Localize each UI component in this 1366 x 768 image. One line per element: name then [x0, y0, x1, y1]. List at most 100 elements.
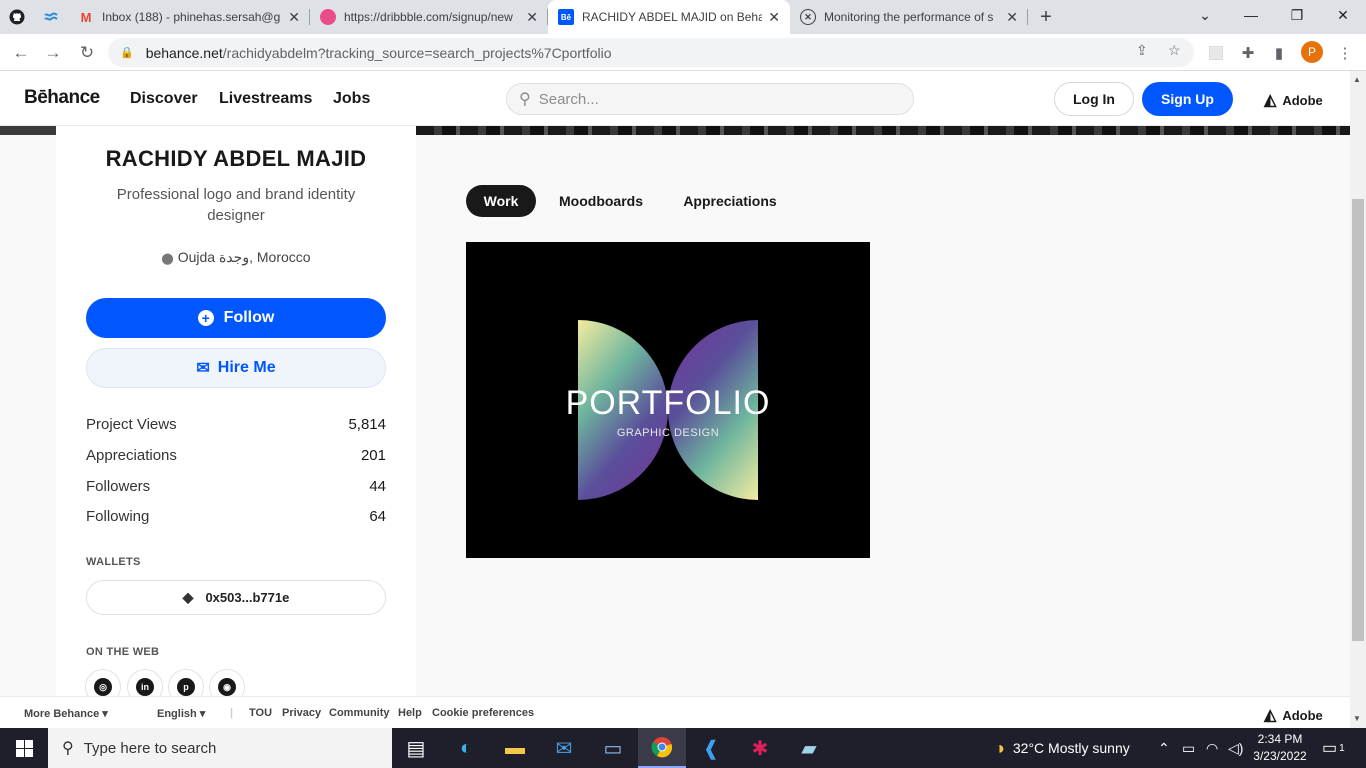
- stat-appreciations[interactable]: Appreciations 201: [86, 447, 386, 464]
- nav-livestreams[interactable]: Livestreams: [219, 90, 312, 108]
- arrow-left-icon: ←: [12, 43, 30, 62]
- hire-me-button[interactable]: ✉ Hire Me: [86, 348, 386, 388]
- behance-icon: Bē: [558, 9, 574, 25]
- tray-battery[interactable]: ▭: [1182, 728, 1195, 768]
- footer-link-privacy[interactable]: Privacy: [282, 707, 321, 719]
- search-icon: ⚲: [519, 91, 531, 108]
- tab-pinned-2[interactable]: [34, 0, 68, 34]
- close-icon[interactable]: ✕: [1006, 9, 1018, 26]
- reload-button[interactable]: ↻: [72, 38, 102, 68]
- tray-volume[interactable]: ◁): [1228, 728, 1243, 768]
- wallet-address-button[interactable]: ◆ 0x503...b771e: [86, 580, 386, 615]
- plus-circle-icon: +: [197, 310, 214, 326]
- on-the-web-heading: ON THE WEB: [86, 646, 160, 658]
- minimize-icon: —: [1244, 7, 1258, 23]
- bookmark-star-icon[interactable]: ☆: [1168, 42, 1181, 59]
- new-tab-button[interactable]: +: [1028, 0, 1064, 34]
- footer-link-cookies[interactable]: Cookie preferences: [432, 707, 534, 719]
- tab-search-button[interactable]: ⌄: [1182, 0, 1228, 30]
- tab-dribbble[interactable]: https://dribbble.com/signup/new ✕: [310, 0, 548, 34]
- scroll-up-icon[interactable]: ▲: [1353, 75, 1361, 84]
- nav-jobs[interactable]: Jobs: [333, 90, 370, 108]
- close-window-button[interactable]: ✕: [1320, 0, 1366, 30]
- start-button[interactable]: [0, 728, 48, 768]
- notes-icon: ▰: [801, 737, 817, 760]
- taskbar-pc[interactable]: ▭: [589, 728, 637, 768]
- login-button[interactable]: Log In: [1054, 82, 1134, 116]
- taskbar-file-explorer[interactable]: ▬: [491, 728, 539, 768]
- more-behance-label: More Behance: [24, 708, 100, 720]
- taskbar-chrome[interactable]: [638, 728, 686, 768]
- reload-icon: ↻: [79, 43, 95, 62]
- footer-link-tou[interactable]: TOU: [249, 707, 272, 719]
- project-title: PORTFOLIO: [566, 384, 771, 422]
- stat-followers[interactable]: Followers 44: [86, 478, 386, 495]
- taskbar-edge[interactable]: ◐: [442, 728, 490, 768]
- footer-link-help[interactable]: Help: [398, 707, 422, 719]
- scrollbar-thumb[interactable]: [1352, 199, 1364, 641]
- taskbar-mail[interactable]: ✉: [540, 728, 588, 768]
- tray-chevron[interactable]: ⌃: [1158, 728, 1170, 768]
- tab-appreciations[interactable]: Appreciations: [670, 185, 790, 217]
- computer-icon: ▭: [603, 737, 623, 760]
- wallet-address: 0x503...b771e: [205, 590, 290, 605]
- more-menu-icon[interactable]: ⋮: [1334, 42, 1356, 64]
- profile-avatar[interactable]: P: [1301, 41, 1323, 63]
- taskbar-clock[interactable]: 2:34 PM 3/23/2022: [1248, 731, 1312, 765]
- weather-widget[interactable]: ◑ 32°C Mostly sunny: [994, 728, 1130, 768]
- extension-icon[interactable]: [1205, 42, 1227, 64]
- behance-logo[interactable]: Bēhance: [24, 87, 100, 109]
- tab-moodboards[interactable]: Moodboards: [548, 185, 654, 217]
- tab-work[interactable]: Work: [466, 185, 536, 217]
- tab-title: RACHIDY ABDEL MAJID on Behance: [582, 10, 763, 24]
- cover-image-left: [0, 126, 56, 135]
- close-icon[interactable]: ✕: [526, 9, 538, 26]
- clock-date: 3/23/2022: [1253, 749, 1307, 763]
- task-view-button[interactable]: ▤: [392, 728, 440, 768]
- project-thumbnail[interactable]: PORTFOLIO GRAPHIC DESIGN: [466, 242, 870, 558]
- taskbar-notes[interactable]: ▰: [785, 728, 833, 768]
- footer-link-community[interactable]: Community: [329, 707, 390, 719]
- location-pin-icon: ⬤: [161, 253, 174, 265]
- notification-center[interactable]: ▭ 1: [1322, 728, 1345, 768]
- side-panel-icon[interactable]: ▮: [1268, 42, 1290, 64]
- address-bar[interactable]: 🔒 behance.net/rachidyabdelm?tracking_sou…: [108, 38, 1194, 67]
- mail-icon: ✉: [555, 737, 573, 760]
- taskbar-vscode[interactable]: ❰: [687, 728, 735, 768]
- cover-image: [416, 126, 1350, 135]
- scroll-down-icon[interactable]: ▼: [1353, 714, 1361, 723]
- close-icon[interactable]: ✕: [768, 9, 780, 26]
- language-dropdown[interactable]: English ▾: [157, 707, 205, 720]
- page-scrollbar[interactable]: ▲ ▼: [1350, 71, 1366, 728]
- follow-button[interactable]: + Follow: [86, 298, 386, 338]
- back-button[interactable]: ←: [6, 38, 36, 68]
- puzzle-icon[interactable]: ✚: [1237, 42, 1259, 64]
- adobe-link[interactable]: ◭ Adobe: [1264, 90, 1323, 110]
- sun-cloud-icon: ◑: [994, 737, 1005, 758]
- tab-github[interactable]: [0, 0, 34, 34]
- more-behance-dropdown[interactable]: More Behance ▾: [24, 707, 108, 720]
- taskbar-search[interactable]: ⚲ Type here to search: [48, 728, 392, 768]
- tab-monitoring[interactable]: ✕ Monitoring the performance of s ✕: [790, 0, 1028, 34]
- arrow-right-icon: →: [44, 43, 62, 62]
- footer: More Behance ▾ English ▾ | TOU Privacy C…: [0, 696, 1350, 728]
- share-icon[interactable]: ⇪: [1136, 42, 1148, 59]
- nav-discover[interactable]: Discover: [130, 90, 198, 108]
- footer-adobe-link[interactable]: ◭ Adobe: [1264, 705, 1323, 725]
- minimize-button[interactable]: —: [1228, 0, 1274, 30]
- windows-logo-icon: [15, 739, 33, 757]
- stat-following[interactable]: Following 64: [86, 508, 386, 525]
- signup-button[interactable]: Sign Up: [1142, 82, 1233, 116]
- tab-behance[interactable]: Bē RACHIDY ABDEL MAJID on Behance ✕: [548, 0, 790, 34]
- dribbble-icon: ◎: [94, 678, 112, 696]
- taskbar-slack[interactable]: ✱: [736, 728, 784, 768]
- restore-button[interactable]: ❐: [1274, 0, 1320, 30]
- wallets-heading: WALLETS: [86, 556, 141, 568]
- folder-icon: ▬: [505, 736, 525, 759]
- close-icon[interactable]: ✕: [288, 9, 300, 26]
- stat-project-views[interactable]: Project Views 5,814: [86, 416, 386, 433]
- forward-button[interactable]: →: [38, 38, 68, 68]
- tray-wifi[interactable]: ◠: [1206, 728, 1218, 768]
- tab-gmail[interactable]: M Inbox (188) - phinehas.sersah@g ✕: [68, 0, 310, 34]
- search-input[interactable]: [538, 90, 879, 108]
